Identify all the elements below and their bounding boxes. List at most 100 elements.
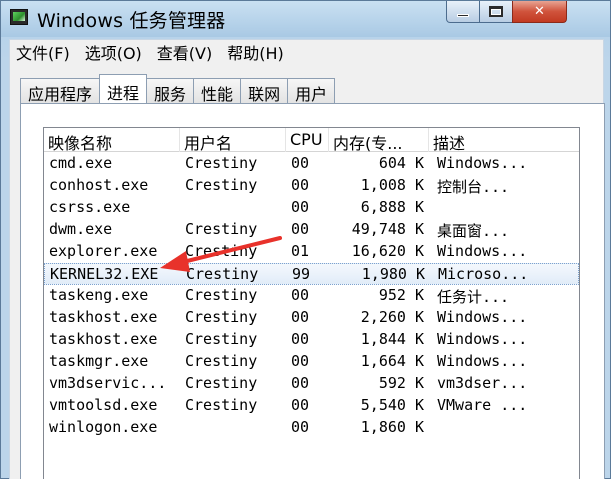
menu-bar: 文件(F) 选项(O) 查看(V) 帮助(H) (9, 39, 604, 63)
process-description-cell: VMware ... (437, 396, 528, 414)
process-cpu-cell: 00 (291, 308, 310, 326)
tab-5[interactable]: 用户 (287, 78, 336, 104)
process-name-cell: vmtoolsd.exe (49, 396, 158, 414)
tab-1[interactable]: 进程 (99, 74, 148, 103)
column-header-cpu[interactable]: CPU (286, 128, 329, 152)
process-description-cell: Windows... (437, 308, 528, 326)
process-memory-cell: 49,748 K (351, 220, 424, 238)
menu-options[interactable]: 选项(O) (85, 40, 142, 64)
process-memory-cell: 1,008 K (360, 176, 424, 194)
process-cpu-cell: 00 (291, 418, 310, 436)
process-memory-cell: 604 K (378, 154, 424, 172)
process-user-cell: Crestiny (186, 265, 259, 283)
process-memory-cell: 16,620 K (351, 242, 424, 260)
process-user-cell: Crestiny (185, 286, 258, 304)
maximize-button[interactable] (479, 1, 513, 23)
minimize-button[interactable] (446, 1, 480, 23)
process-memory-cell: 1,844 K (360, 330, 424, 348)
process-name-cell: taskhost.exe (49, 330, 158, 348)
table-row[interactable]: taskhost.exe Crestiny 00 2,260 K Windows... (44, 307, 579, 329)
process-user-cell: Crestiny (185, 374, 258, 392)
process-cpu-cell: 00 (291, 396, 310, 414)
process-memory-cell: 1,664 K (360, 352, 424, 370)
process-name-cell: explorer.exe (49, 242, 158, 260)
process-description-cell: 桌面窗... (437, 222, 510, 240)
menu-file[interactable]: 文件(F) (16, 40, 70, 64)
process-cpu-cell: 01 (291, 242, 310, 260)
process-name-cell: taskhost.exe (49, 308, 158, 326)
process-name-cell: csrss.exe (49, 198, 131, 216)
table-row[interactable]: taskeng.exe Crestiny 00 952 K 任务计... (44, 285, 579, 307)
process-name-cell: dwm.exe (49, 220, 113, 238)
title-bar[interactable]: Windows 任务管理器 ✕ (1, 1, 611, 37)
process-cpu-cell: 99 (292, 265, 311, 283)
process-cpu-cell: 00 (291, 176, 310, 194)
close-button[interactable]: ✕ (512, 1, 567, 23)
process-user-cell: Crestiny (185, 176, 258, 194)
column-header-image-name[interactable]: 映像名称 (44, 128, 180, 153)
minimize-icon (457, 14, 469, 17)
process-description-cell: vm3dser... (437, 374, 528, 392)
process-user-cell: Crestiny (185, 308, 258, 326)
process-cpu-cell: 00 (291, 198, 310, 216)
column-header-memory[interactable]: 内存(专... (329, 128, 429, 153)
table-row[interactable]: winlogon.exe 00 1,860 K (44, 417, 579, 439)
table-row[interactable]: taskhost.exe Crestiny 00 1,844 K Windows... (44, 329, 579, 351)
process-memory-cell: 1,860 K (360, 418, 424, 436)
table-row[interactable]: vm3dservic... Crestiny 00 592 K vm3dser... (44, 373, 579, 395)
column-header-user-name[interactable]: 用户名 (180, 128, 286, 153)
tab-4[interactable]: 联网 (240, 78, 289, 104)
process-cpu-cell: 00 (291, 286, 310, 304)
process-list[interactable]: 映像名称 用户名 CPU 内存(专... 描述 cmd.exe Crestiny 0… (43, 127, 580, 479)
process-memory-cell: 952 K (378, 286, 424, 304)
menu-help[interactable]: 帮助(H) (227, 40, 284, 64)
process-memory-cell: 5,540 K (360, 396, 424, 414)
process-name-cell: KERNEL32.EXE (50, 265, 159, 283)
process-description-cell: 控制台... (437, 178, 510, 196)
process-cpu-cell: 00 (291, 330, 310, 348)
process-name-cell: taskmgr.exe (49, 352, 149, 370)
process-user-cell: Crestiny (185, 154, 258, 172)
table-row[interactable]: taskmgr.exe Crestiny 00 1,664 K Windows... (44, 351, 579, 373)
menu-view[interactable]: 查看(V) (157, 40, 212, 64)
processes-tab-panel: 映像名称 用户名 CPU 内存(专... 描述 cmd.exe Crestiny 0… (20, 103, 605, 479)
maximize-icon (489, 6, 503, 17)
close-icon: ✕ (534, 4, 545, 19)
process-description-cell: Windows... (437, 242, 528, 260)
process-list-header: 映像名称 用户名 CPU 内存(专... 描述 (44, 128, 579, 153)
task-manager-app-icon (10, 9, 28, 25)
tab-3[interactable]: 性能 (193, 78, 242, 104)
process-memory-cell: 1,980 K (361, 265, 425, 283)
process-memory-cell: 6,888 K (360, 198, 424, 216)
table-row[interactable]: explorer.exe Crestiny 01 16,620 K Windows... (44, 241, 579, 263)
process-memory-cell: 2,260 K (360, 308, 424, 326)
table-row[interactable]: csrss.exe 00 6,888 K (44, 197, 579, 219)
process-description-cell: Microso... (438, 265, 529, 283)
process-cpu-cell: 00 (291, 154, 310, 172)
process-name-cell: vm3dservic... (49, 374, 167, 392)
process-user-cell: Crestiny (185, 242, 258, 260)
table-row[interactable]: KERNEL32.EXE Crestiny 99 1,980 K Microso... (44, 263, 579, 285)
process-user-cell: Crestiny (185, 396, 258, 414)
client-area: 应用程序 进程 服务 性能 联网 用户 映像名称 用户名 CPU 内存(专... 描述 c… (9, 63, 605, 479)
process-user-cell: Crestiny (185, 220, 258, 238)
tab-strip: 应用程序 进程 服务 性能 联网 用户 (20, 74, 336, 104)
process-name-cell: conhost.exe (49, 176, 149, 194)
process-cpu-cell: 00 (291, 352, 310, 370)
process-description-cell: Windows... (437, 352, 528, 370)
table-row[interactable]: vmtoolsd.exe Crestiny 00 5,540 K VMware ... (44, 395, 579, 417)
process-user-cell: Crestiny (185, 330, 258, 348)
tab-0[interactable]: 应用程序 (20, 78, 101, 104)
task-manager-window: Windows 任务管理器 ✕ 文件(F) 选项(O) 查看(V) 帮助(H) … (0, 0, 611, 479)
column-header-description[interactable]: 描述 (429, 128, 579, 153)
process-name-cell: taskeng.exe (49, 286, 149, 304)
process-user-cell: Crestiny (185, 352, 258, 370)
table-row[interactable]: cmd.exe Crestiny 00 604 K Windows... (44, 153, 579, 175)
table-row[interactable]: dwm.exe Crestiny 00 49,748 K 桌面窗... (44, 219, 579, 241)
process-description-cell: Windows... (437, 154, 528, 172)
tab-2[interactable]: 服务 (146, 78, 195, 104)
process-description-cell: 任务计... (437, 288, 510, 306)
table-row[interactable]: conhost.exe Crestiny 00 1,008 K 控制台... (44, 175, 579, 197)
process-name-cell: cmd.exe (49, 154, 113, 172)
process-cpu-cell: 00 (291, 374, 310, 392)
